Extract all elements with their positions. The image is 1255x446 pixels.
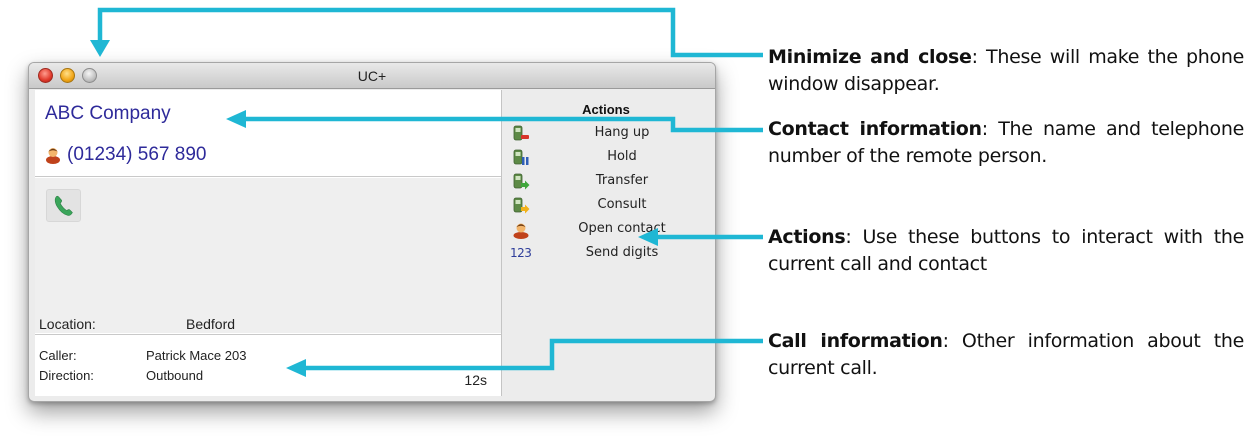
- arrowhead-contact-info: [226, 110, 246, 128]
- arrowhead-window-controls: [90, 40, 110, 57]
- arrowhead-call-info: [286, 359, 306, 377]
- annotation-actions-title: Actions: [768, 226, 846, 248]
- annotation-contact-info: Contact information: The name and teleph…: [768, 116, 1244, 170]
- annotation-window-controls: Minimize and close: These will make the …: [768, 44, 1244, 98]
- annotation-contact-info-title: Contact information: [768, 118, 982, 140]
- annotation-call-info: Call information: Other information abou…: [768, 328, 1244, 382]
- arrow-call-info: [305, 338, 763, 371]
- arrow-window-controls: [97, 7, 763, 58]
- annotation-window-controls-title: Minimize and close: [768, 46, 972, 68]
- annotation-call-info-title: Call information: [768, 330, 943, 352]
- annotation-actions: Actions: Use these buttons to interact w…: [768, 224, 1244, 278]
- arrowhead-actions: [638, 228, 658, 246]
- arrow-contact-info: [244, 116, 763, 133]
